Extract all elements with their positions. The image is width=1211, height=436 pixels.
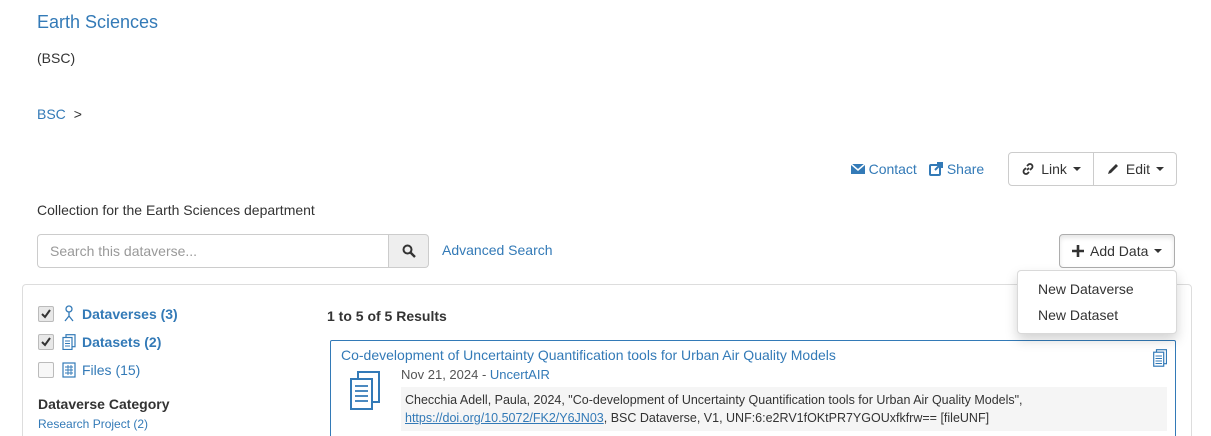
breadcrumb-item-bsc[interactable]: BSC — [37, 106, 66, 122]
share-icon — [928, 162, 943, 176]
link-button[interactable]: Link — [1008, 152, 1094, 186]
add-data-button[interactable]: Add Data — [1059, 234, 1176, 268]
result-title-link[interactable]: Co-development of Uncertainty Quantifica… — [341, 347, 836, 363]
chevron-down-icon — [1156, 167, 1164, 171]
search-button[interactable] — [389, 234, 429, 268]
facet-dataverses-label: Dataverses (3) — [82, 306, 178, 322]
link-label: Link — [1041, 161, 1067, 177]
dataverse-button-group: Link Edit — [1008, 152, 1177, 186]
dataset-thumbnail-icon — [350, 371, 380, 410]
menu-item-new-dataset[interactable]: New Dataset — [1018, 302, 1176, 328]
breadcrumb: BSC > — [37, 106, 82, 122]
facet-dataverses[interactable]: Dataverses (3) — [38, 305, 178, 323]
share-link[interactable]: Share — [928, 161, 985, 177]
edit-label: Edit — [1125, 161, 1150, 177]
menu-item-new-dataverse[interactable]: New Dataverse — [1018, 276, 1176, 302]
breadcrumb-separator: > — [73, 106, 82, 122]
contact-link[interactable]: Contact — [850, 161, 917, 177]
citation-doi-link[interactable]: https://doi.org/10.5072/FK2/Y6JN03 — [405, 411, 604, 425]
dataset-icon — [1153, 349, 1167, 367]
result-date: Nov 21, 2024 - — [401, 367, 490, 382]
contact-label: Contact — [868, 161, 917, 177]
citation-text-post: , BSC Dataverse, V1, UNF:6:e2RV1fOKtPR7Y… — [603, 411, 990, 425]
add-data-menu: New Dataverse New Dataset — [1017, 270, 1177, 334]
check-icon — [41, 337, 51, 347]
facet-files[interactable]: Files (15) — [38, 362, 140, 378]
search-bar — [37, 234, 429, 268]
dataverses-checkbox[interactable] — [38, 306, 54, 322]
envelope-icon — [850, 163, 865, 174]
result-card: Co-development of Uncertainty Quantifica… — [330, 340, 1176, 436]
add-data-label: Add Data — [1090, 243, 1149, 259]
dataverse-title[interactable]: Earth Sciences — [37, 12, 158, 33]
files-checkbox[interactable] — [38, 362, 54, 378]
facet-datasets-label: Datasets (2) — [82, 334, 162, 350]
facet-datasets[interactable]: Datasets (2) — [38, 334, 161, 350]
check-icon — [41, 309, 51, 319]
facet-category-item[interactable]: Research Project (2) — [38, 417, 148, 431]
edit-button[interactable]: Edit — [1093, 152, 1177, 186]
link-icon — [1022, 163, 1034, 175]
chevron-down-icon — [1154, 249, 1163, 253]
datasets-checkbox[interactable] — [38, 334, 54, 350]
dataverse-actions: Contact Share Link Edit — [850, 152, 1177, 186]
plus-icon — [1072, 245, 1084, 257]
facet-files-label: Files (15) — [82, 362, 141, 378]
result-meta: Nov 21, 2024 - UncertAIR — [401, 367, 550, 382]
result-citation: Checchia Adell, Paula, 2024, "Co-develop… — [401, 387, 1167, 431]
pencil-icon — [1107, 164, 1118, 174]
share-label: Share — [946, 161, 985, 177]
citation-text-pre: Checchia Adell, Paula, 2024, "Co-develop… — [405, 393, 1023, 407]
results-count: 1 to 5 of 5 Results — [327, 308, 447, 324]
advanced-search-link[interactable]: Advanced Search — [442, 242, 553, 258]
result-owner-link[interactable]: UncertAIR — [490, 367, 550, 382]
facet-category-title: Dataverse Category — [38, 396, 170, 412]
file-icon — [62, 362, 76, 378]
chevron-down-icon — [1072, 167, 1081, 171]
search-icon — [402, 244, 416, 258]
search-input[interactable] — [37, 234, 389, 268]
dataverse-description: Collection for the Earth Sciences depart… — [37, 202, 315, 218]
dataverse-affiliation: (BSC) — [37, 50, 76, 66]
dataverse-icon — [64, 305, 74, 322]
dataset-icon — [62, 334, 76, 350]
